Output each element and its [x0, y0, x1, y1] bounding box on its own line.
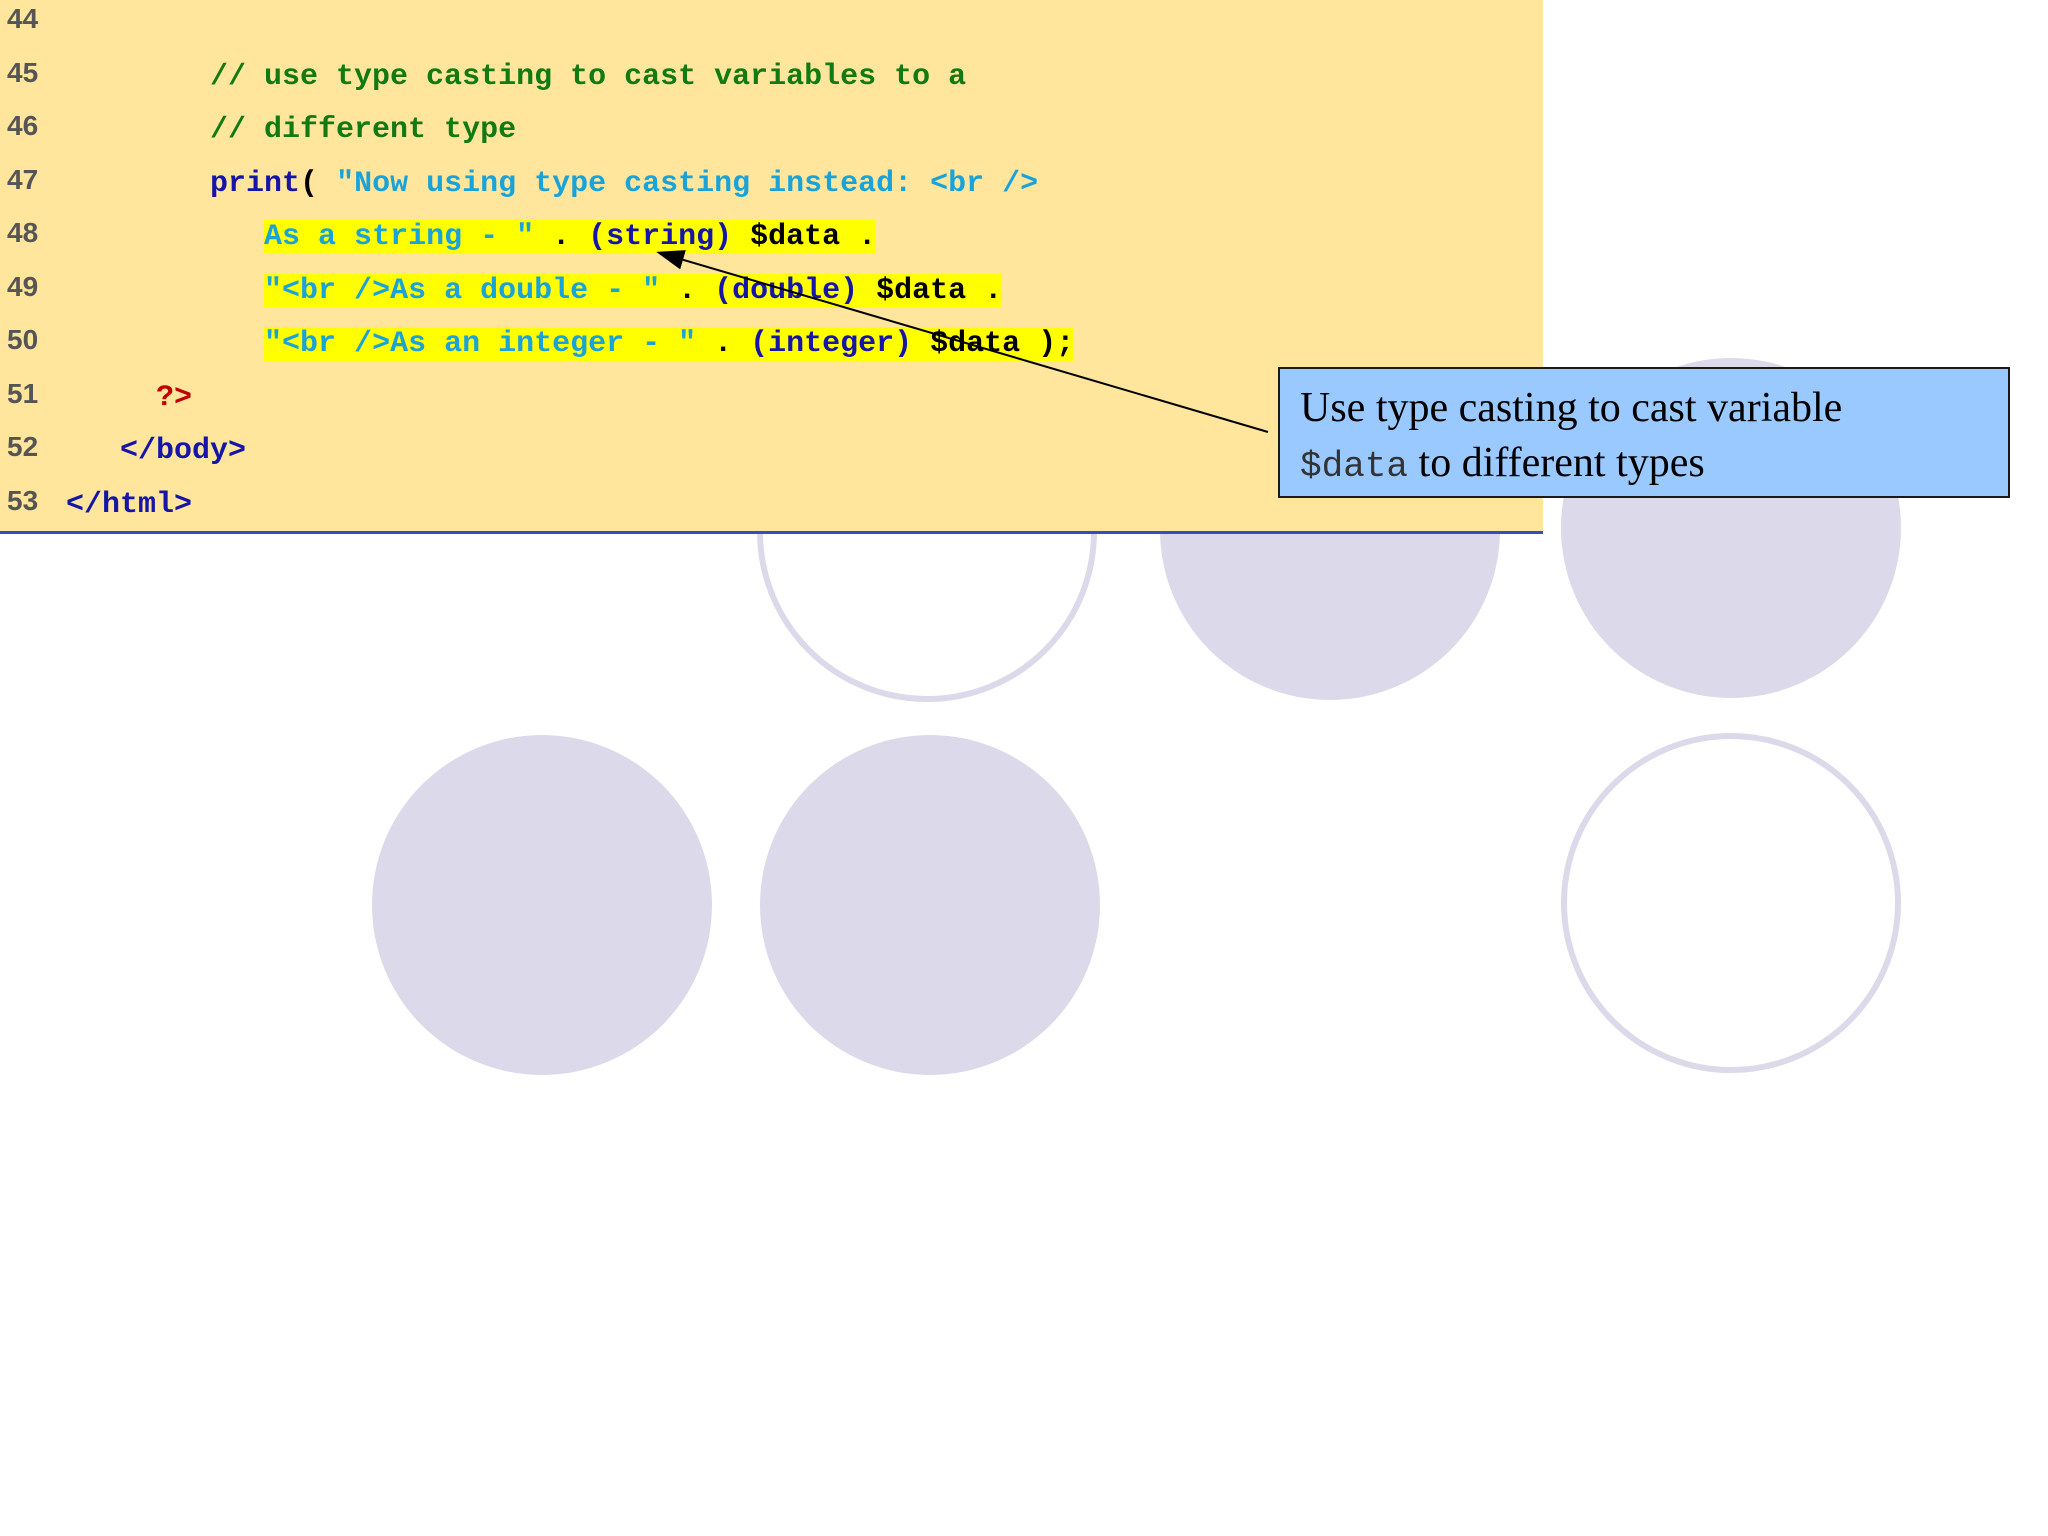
code-line: 45 // use type casting to cast variables…: [0, 54, 1543, 108]
code-token: </html>: [66, 487, 193, 522]
callout-code: $data: [1300, 446, 1409, 487]
line-number: 53: [7, 484, 39, 516]
code-token: (double): [714, 273, 877, 308]
code-token: (integer): [750, 327, 931, 361]
decor-circle: [372, 735, 712, 1075]
line-number: 47: [7, 163, 39, 195]
code-text: ?>: [66, 379, 192, 417]
code-line: 48 As a string - " . (string) $data .: [0, 214, 1543, 268]
line-number: 49: [7, 270, 39, 302]
code-token: "Now using type casting instead: <br />: [336, 166, 1039, 201]
code-text: </body>: [66, 432, 246, 470]
line-number: 44: [7, 3, 39, 34]
code-token: "<br />As an integer - ": [264, 327, 697, 361]
code-token: .: [534, 220, 589, 254]
code-text: </html>: [66, 486, 192, 524]
line-number: 48: [7, 217, 39, 248]
callout-text: Use type casting to cast variable: [1300, 385, 1843, 431]
code-text: "<br />As an integer - " . (integer) $da…: [66, 325, 1075, 363]
code-token: // use type casting to cast variables to…: [66, 59, 967, 94]
code-line: 47 print( "Now using type casting instea…: [0, 161, 1543, 215]
code-text: "<br />As a double - " . (double) $data …: [66, 272, 1003, 310]
code-token: .: [660, 273, 715, 308]
code-text: As a string - " . (string) $data .: [66, 218, 877, 256]
code-token: (string): [588, 220, 751, 254]
code-text: // use type casting to cast variables to…: [66, 58, 966, 96]
code-token: .: [696, 327, 751, 361]
code-token: $data );: [930, 327, 1075, 361]
decor-circle: [760, 735, 1100, 1075]
code-token: </body>: [120, 434, 247, 468]
code-token: $data .: [876, 273, 1003, 308]
code-line: 46 // different type: [0, 107, 1543, 161]
code-token: (: [300, 166, 337, 201]
slide: 44 45 // use type casting to cast variabl…: [0, 0, 2048, 1536]
callout-box: Use type casting to cast variable $data …: [1278, 367, 2010, 498]
code-token: // different type: [66, 113, 517, 147]
line-number: 52: [7, 431, 39, 462]
line-number: 45: [7, 56, 39, 88]
line-number: 50: [7, 324, 39, 355]
line-number: 51: [7, 377, 39, 409]
code-token: "<br />As a double - ": [264, 273, 661, 308]
code-token: ?>: [156, 380, 193, 415]
code-token: $data .: [750, 220, 877, 254]
code-line: 44: [0, 0, 1543, 54]
callout-text-rest: to different types: [1408, 440, 1705, 486]
code-token: print: [210, 166, 301, 201]
line-number: 46: [7, 110, 39, 141]
code-text: print( "Now using type casting instead: …: [66, 165, 1038, 203]
code-token: As a string - ": [264, 220, 535, 254]
code-line: 49 "<br />As a double - " . (double) $da…: [0, 268, 1543, 322]
code-text: // different type: [66, 111, 516, 149]
decor-circle: [1561, 733, 1901, 1073]
